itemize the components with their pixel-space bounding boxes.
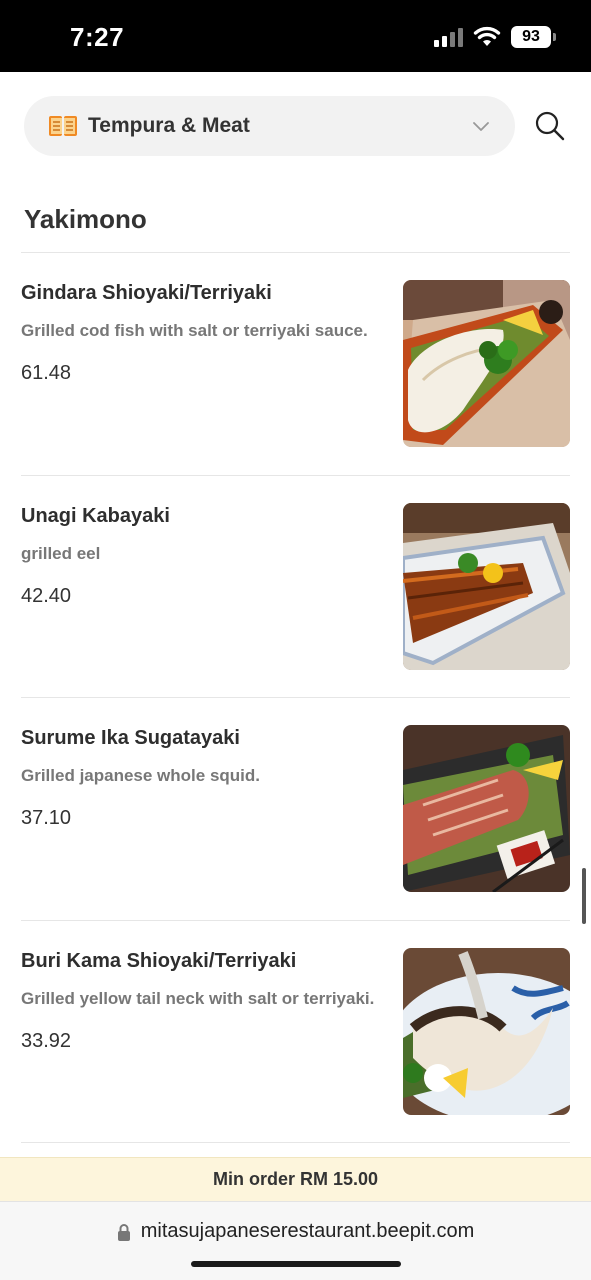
scrollbar[interactable] — [582, 868, 586, 924]
min-order-banner: Min order RM 15.00 — [0, 1157, 591, 1201]
category-label: Tempura & Meat — [88, 114, 250, 137]
item-photo[interactable] — [403, 280, 570, 447]
item-description: Grilled cod fish with salt or terriyaki … — [21, 321, 368, 340]
divider — [21, 920, 570, 921]
lock-icon — [117, 1223, 130, 1241]
item-description: Grilled yellow tail neck with salt or te… — [21, 989, 375, 1008]
menu-item-surume-ika[interactable]: Surume Ika Sugatayaki Grilled japanese w… — [21, 725, 570, 893]
divider — [21, 1142, 570, 1143]
item-price: 42.40 — [21, 585, 72, 607]
browser-url-bar[interactable]: mitasujapaneserestaurant.beepit.com — [0, 1201, 591, 1280]
menu-item-buri-kama[interactable]: Buri Kama Shioyaki/Terriyaki Grilled yel… — [21, 948, 570, 1116]
item-name: Surume Ika Sugatayaki — [21, 727, 240, 749]
wifi-icon — [473, 26, 501, 46]
item-price: 37.10 — [21, 807, 72, 829]
signal-icon — [434, 27, 463, 47]
item-name: Unagi Kabayaki — [21, 505, 170, 527]
divider — [21, 475, 570, 476]
status-icons: 93 — [434, 26, 556, 48]
section-title: Yakimono — [24, 204, 147, 234]
item-description: Grilled japanese whole squid. — [21, 766, 261, 785]
item-description: grilled eel — [21, 544, 101, 563]
home-indicator[interactable] — [191, 1261, 401, 1267]
item-photo[interactable] — [403, 503, 570, 670]
status-time: 7:27 — [70, 22, 125, 52]
search-icon[interactable] — [534, 110, 566, 142]
item-price: 33.92 — [21, 1030, 72, 1052]
chevron-down-icon — [473, 122, 489, 131]
item-photo[interactable] — [403, 725, 570, 892]
url-text[interactable]: mitasujapaneserestaurant.beepit.com — [141, 1220, 475, 1243]
menu-item-unagi[interactable]: Unagi Kabayaki grilled eel 42.40 — [21, 503, 570, 671]
item-photo[interactable] — [403, 948, 570, 1115]
book-icon — [49, 116, 77, 136]
divider — [21, 252, 570, 253]
menu-item-gindara[interactable]: Gindara Shioyaki/Terriyaki Grilled cod f… — [21, 280, 570, 448]
item-name: Gindara Shioyaki/Terriyaki — [21, 282, 272, 304]
divider — [21, 697, 570, 698]
battery-icon: 93 — [511, 26, 556, 48]
category-selector[interactable]: Tempura & Meat — [24, 96, 515, 156]
status-bar: 7:27 93 — [0, 0, 591, 72]
item-name: Buri Kama Shioyaki/Terriyaki — [21, 950, 297, 972]
item-price: 61.48 — [21, 362, 72, 384]
